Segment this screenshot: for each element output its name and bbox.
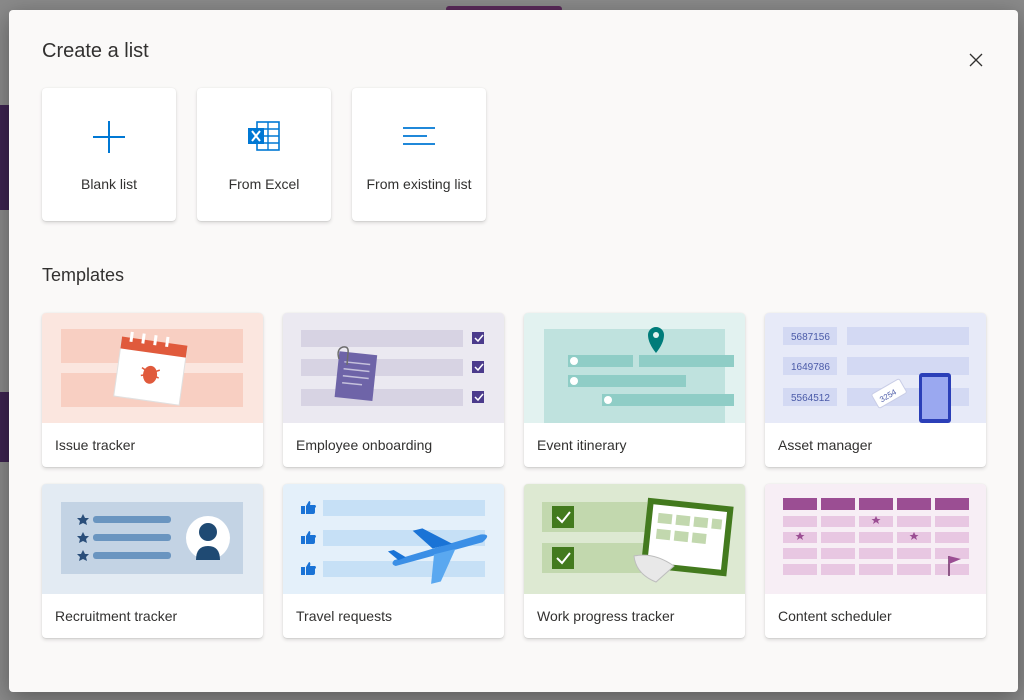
templates-heading: Templates	[42, 265, 125, 285]
employee-onboarding-illustration	[283, 313, 504, 423]
template-employee-onboarding[interactable]: Employee onboarding	[283, 313, 504, 467]
list-lines-icon	[403, 127, 435, 145]
asset-manager-illustration: 5687156 1649786 5564512 3254	[765, 313, 986, 423]
template-travel-requests[interactable]: Travel requests	[283, 484, 504, 638]
template-label: Work progress tracker	[537, 608, 675, 624]
template-asset-manager[interactable]: 5687156 1649786 5564512 3254 Asset manag…	[765, 313, 986, 467]
event-itinerary-illustration	[524, 313, 745, 423]
template-label: Event itinerary	[537, 437, 627, 453]
template-label: Recruitment tracker	[55, 608, 178, 624]
dialog-title: Create a list	[42, 40, 149, 62]
excel-icon	[248, 121, 280, 151]
template-label: Travel requests	[296, 608, 392, 624]
plus-icon	[93, 121, 125, 153]
from-existing-list-card[interactable]: From existing list	[352, 88, 486, 221]
close-icon	[969, 53, 983, 67]
template-label: Employee onboarding	[296, 437, 433, 453]
template-work-progress-tracker[interactable]: Work progress tracker	[524, 484, 745, 638]
template-content-scheduler[interactable]: Content scheduler	[765, 484, 986, 638]
template-label: Asset manager	[778, 437, 873, 453]
create-list-dialog: Create a list Blank list From Excel From…	[9, 10, 1018, 692]
template-recruitment-tracker[interactable]: Recruitment tracker	[42, 484, 263, 638]
template-label: Issue tracker	[55, 437, 136, 453]
blank-list-card[interactable]: Blank list	[42, 88, 176, 221]
content-scheduler-illustration	[765, 484, 986, 594]
from-existing-list-label: From existing list	[366, 176, 472, 192]
blank-list-label: Blank list	[80, 176, 138, 192]
from-excel-label: From Excel	[228, 176, 300, 192]
asset-id: 5687156	[791, 332, 830, 343]
recruitment-tracker-illustration	[42, 484, 263, 594]
work-progress-tracker-illustration	[524, 484, 745, 594]
asset-id: 5564512	[791, 393, 830, 404]
issue-tracker-illustration	[42, 313, 263, 423]
close-button[interactable]	[964, 48, 988, 72]
template-event-itinerary[interactable]: Event itinerary	[524, 313, 745, 467]
template-label: Content scheduler	[778, 608, 892, 624]
from-excel-card[interactable]: From Excel	[197, 88, 331, 221]
travel-requests-illustration	[283, 484, 504, 594]
template-issue-tracker[interactable]: Issue tracker	[42, 313, 263, 467]
asset-id: 1649786	[791, 362, 830, 373]
